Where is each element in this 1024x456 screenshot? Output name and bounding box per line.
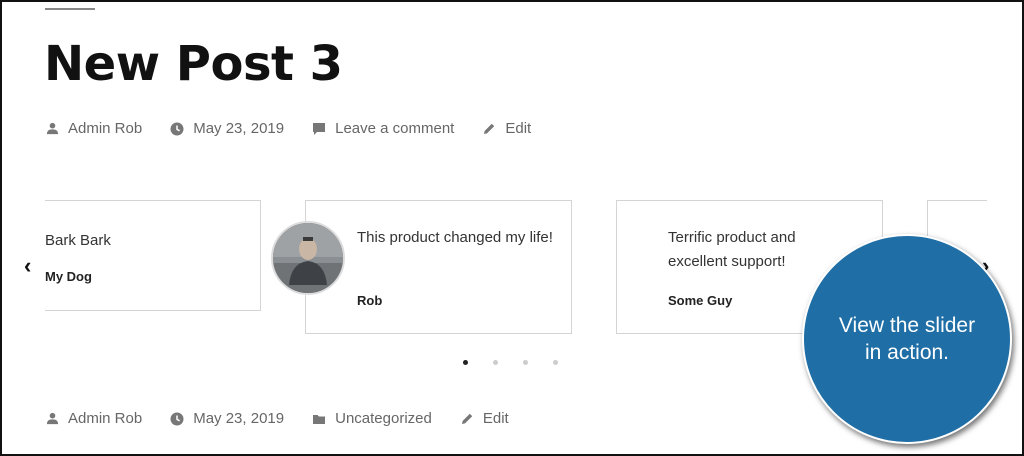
avatar-photo: [273, 223, 343, 293]
slider-dot[interactable]: [523, 360, 528, 365]
meta-category-label[interactable]: Uncategorized: [335, 410, 432, 427]
top-divider: [45, 8, 95, 10]
callout-line-2: in action.: [864, 341, 950, 364]
clock-icon: [170, 412, 184, 425]
meta-edit-label[interactable]: Edit: [483, 410, 509, 427]
meta-author[interactable]: Admin Rob: [46, 410, 142, 427]
meta-date-label[interactable]: May 23, 2019: [193, 120, 284, 137]
pencil-icon: [461, 413, 473, 424]
testimonial-quote: This product changed my life!: [357, 229, 553, 246]
meta-comments[interactable]: Leave a comment: [312, 120, 454, 137]
user-icon: [46, 122, 59, 135]
pencil-icon: [484, 123, 495, 134]
meta-date[interactable]: May 23, 2019: [170, 410, 284, 427]
slider-prev-arrow[interactable]: ‹: [24, 252, 31, 280]
meta-date-label[interactable]: May 23, 2019: [193, 410, 284, 427]
slider-dot[interactable]: [463, 360, 468, 365]
post-title[interactable]: New Post 3: [44, 36, 343, 92]
meta-date[interactable]: May 23, 2019: [170, 120, 284, 137]
testimonial-author: Rob: [357, 293, 383, 308]
meta-comments-label[interactable]: Leave a comment: [335, 120, 454, 137]
testimonial-quote: Bark Bark: [45, 232, 111, 249]
slider-dot[interactable]: [553, 360, 558, 365]
meta-edit[interactable]: Edit: [482, 120, 531, 137]
avatar: [271, 221, 345, 295]
slider-dot[interactable]: [493, 360, 498, 365]
meta-category[interactable]: Uncategorized: [312, 410, 432, 427]
page-frame: New Post 3 Admin Rob May 23, 2019 Leave …: [0, 0, 1024, 456]
post-meta-bottom: Admin Rob May 23, 2019 Uncategorized Edi…: [46, 410, 537, 427]
testimonial-author: Some Guy: [668, 293, 733, 308]
comment-icon: [313, 122, 326, 135]
meta-edit-label[interactable]: Edit: [505, 120, 531, 137]
post-meta-top: Admin Rob May 23, 2019 Leave a comment E…: [46, 120, 559, 137]
callout-text: View the slider in action.: [839, 312, 975, 366]
meta-edit[interactable]: Edit: [460, 410, 509, 427]
slider-pagination: [463, 360, 583, 365]
testimonial-author: My Dog: [45, 269, 92, 284]
clock-icon: [170, 122, 184, 135]
callout-line-1: View the slider: [838, 314, 976, 337]
folder-icon: [313, 414, 326, 424]
testimonial-card: This product changed my life! Rob: [305, 200, 572, 334]
meta-author[interactable]: Admin Rob: [46, 120, 142, 137]
testimonial-card: Bark Bark My Dog: [45, 200, 261, 311]
user-icon: [46, 412, 59, 425]
meta-author-label[interactable]: Admin Rob: [68, 410, 142, 427]
meta-author-label[interactable]: Admin Rob: [68, 120, 142, 137]
callout-badge: View the slider in action.: [802, 234, 1012, 444]
